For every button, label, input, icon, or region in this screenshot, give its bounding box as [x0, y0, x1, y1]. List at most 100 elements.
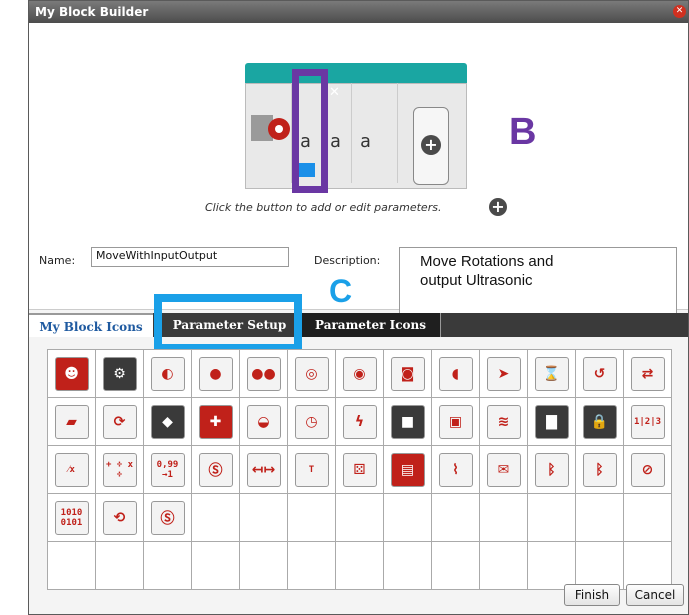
icon-cell [384, 494, 432, 542]
icon-cell[interactable]: ⊘ [624, 446, 672, 494]
finish-button[interactable]: Finish [564, 584, 620, 606]
icon-cell [48, 542, 96, 590]
icon-cell[interactable]: ◆ [144, 398, 192, 446]
param-letter-3: a [360, 131, 371, 152]
icon-cell[interactable]: ᛒ [528, 446, 576, 494]
brick-gray-icon: ▰ [54, 404, 89, 439]
icon-cell[interactable]: ➤ [480, 350, 528, 398]
motor-arrow-icon: ➤ [486, 356, 521, 391]
icon-cell [576, 494, 624, 542]
icon-cell[interactable]: 1010 0101 [48, 494, 96, 542]
description-input[interactable]: Move Rotations and output Ultrasonic [399, 247, 677, 319]
icon-cell[interactable]: ◐ [144, 350, 192, 398]
description-label: Description: [314, 254, 381, 267]
icon-cell [624, 494, 672, 542]
name-label: Name: [39, 254, 76, 267]
icon-cell[interactable]: ✚ [192, 398, 240, 446]
briefcase-icon: ▇ [534, 404, 569, 439]
icon-cell[interactable]: ▤ [384, 446, 432, 494]
icon-cell[interactable]: ▇ [528, 398, 576, 446]
icon-cell[interactable]: Ⓢ [144, 494, 192, 542]
block-preview: a a a + [245, 63, 471, 189]
motor-icon [251, 115, 290, 141]
icon-cell[interactable]: ●● [240, 350, 288, 398]
icon-cell[interactable]: ϟ [336, 398, 384, 446]
icon-cell[interactable]: ◉ [336, 350, 384, 398]
arithmetic-icon: + ÷ x ÷ [102, 452, 137, 487]
icon-cell[interactable]: ◙ [384, 350, 432, 398]
icon-cell[interactable]: ⁄x [48, 446, 96, 494]
icon-cell[interactable]: ↤↦ [240, 446, 288, 494]
text-icon: T [294, 452, 329, 487]
motor-rotate-icon: ⟲ [102, 500, 137, 535]
add-parameter-button[interactable]: + [413, 107, 449, 185]
icon-cell[interactable]: ■ [384, 398, 432, 446]
icon-cell[interactable]: ᛒ [576, 446, 624, 494]
block-header [245, 63, 467, 83]
oscilloscope-icon: ⌇ [438, 452, 473, 487]
name-input[interactable]: MoveWithInputOutput [91, 247, 289, 267]
icon-cell[interactable]: ◎ [288, 350, 336, 398]
loop-stop-icon: ↺ [582, 356, 617, 391]
brain-red-icon: ☻ [54, 356, 89, 391]
block-icon-slot [247, 83, 292, 183]
cancel-button[interactable]: Cancel [626, 584, 684, 606]
icon-cell [432, 542, 480, 590]
icon-cell[interactable]: ⚙ [96, 350, 144, 398]
touch-sensor-icon: ▣ [438, 404, 473, 439]
icon-cell[interactable]: ≋ [480, 398, 528, 446]
icon-cell[interactable]: Ⓢ [192, 446, 240, 494]
param-slot-3[interactable]: a [351, 83, 398, 183]
icon-cell[interactable]: ▰ [48, 398, 96, 446]
icon-cell [288, 542, 336, 590]
icon-cell[interactable]: 0,99 →1 [144, 446, 192, 494]
param-letter-2: a [330, 131, 341, 152]
color-sensor-icon: ◒ [246, 404, 281, 439]
timer-hourglass-icon: ⌛ [534, 356, 569, 391]
brain-gears-icon: ⚙ [102, 356, 137, 391]
dice-icon: ⚄ [342, 452, 377, 487]
description-line-1: Move Rotations and [420, 253, 554, 270]
icon-cell[interactable]: ⌇ [432, 446, 480, 494]
icon-cell[interactable]: ● [192, 350, 240, 398]
remove-param-icon[interactable]: ✕ [329, 85, 340, 100]
range-icon: ↤↦ [246, 452, 281, 487]
bluetooth-icon: ᛒ [534, 452, 569, 487]
icon-cell [192, 542, 240, 590]
icon-cell [240, 494, 288, 542]
hint-text: Click the button to add or edit paramete… [205, 201, 442, 214]
description-line-2: output Ultrasonic [420, 272, 533, 289]
icon-cell[interactable]: + ÷ x ÷ [96, 446, 144, 494]
add-parameter-plus-icon[interactable]: + [489, 198, 507, 216]
icon-cell [480, 542, 528, 590]
icon-cell[interactable]: ⟳ [96, 398, 144, 446]
icon-cell[interactable]: T [288, 446, 336, 494]
icon-cell[interactable]: ⚄ [336, 446, 384, 494]
icon-cell[interactable]: ☻ [48, 350, 96, 398]
icon-cell[interactable]: ✉ [480, 446, 528, 494]
tank-motors-icon: ●● [246, 356, 281, 391]
icon-cell[interactable]: ⇄ [624, 350, 672, 398]
icon-cell [384, 542, 432, 590]
tab-my-block-icons[interactable]: My Block Icons [29, 313, 153, 337]
bluetooth-off-icon: ᛒ [582, 452, 617, 487]
icon-cell[interactable]: ◷ [288, 398, 336, 446]
brick-rotate-icon: ⟳ [102, 404, 137, 439]
preview-panel: a a a + ✕ B Click the button to add or e… [29, 23, 688, 319]
titlebar: My Block Builder ✕ [29, 1, 688, 23]
icon-cell [288, 494, 336, 542]
motor-sensor-icon: ◉ [342, 356, 377, 391]
tab-parameter-icons[interactable]: Parameter Icons [301, 313, 441, 337]
mail-icon: ✉ [486, 452, 521, 487]
icon-cell[interactable]: ▣ [432, 398, 480, 446]
icon-cell [240, 542, 288, 590]
icon-cell[interactable]: 🔒 [576, 398, 624, 446]
icon-cell[interactable]: ◖ [432, 350, 480, 398]
icon-cell[interactable]: ⟲ [96, 494, 144, 542]
icon-cell[interactable]: ↺ [576, 350, 624, 398]
icon-cell[interactable]: 1|2|3 [624, 398, 672, 446]
icon-cell[interactable]: ⌛ [528, 350, 576, 398]
close-icon[interactable]: ✕ [673, 5, 686, 18]
icon-cell [96, 542, 144, 590]
icon-cell[interactable]: ◒ [240, 398, 288, 446]
